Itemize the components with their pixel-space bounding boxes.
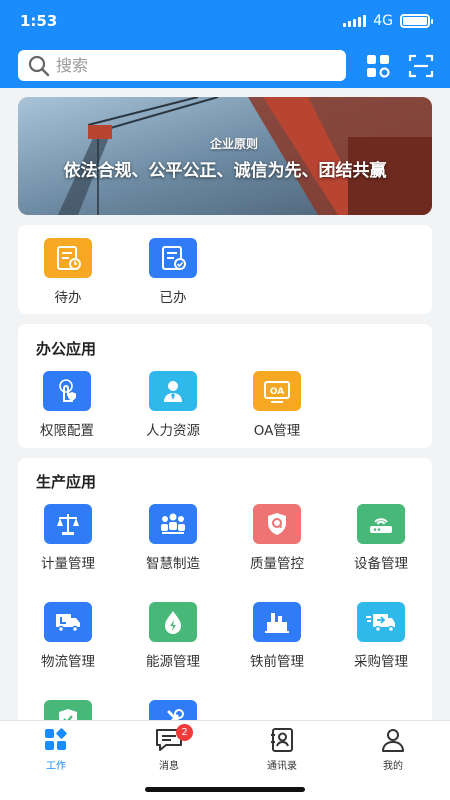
app-logistics[interactable]: 物流管理 <box>20 602 116 670</box>
truck-icon <box>44 602 92 642</box>
scale-icon <box>44 504 92 544</box>
app-quality[interactable]: 质量管控 <box>229 504 325 572</box>
hr-icon <box>149 371 197 411</box>
tab-work[interactable]: 工作 <box>16 727 96 772</box>
search-bar[interactable] <box>18 50 346 81</box>
app-ironmaking[interactable]: 铁前管理 <box>229 602 325 670</box>
app-smart-manufacturing[interactable]: 智慧制造 <box>125 504 221 572</box>
svg-text:OA: OA <box>270 387 284 397</box>
banner-subtitle: 企业原则 <box>209 137 258 151</box>
tab-label: 工作 <box>46 761 66 772</box>
tab-label: 我的 <box>383 761 403 772</box>
tab-profile[interactable]: 我的 <box>353 727 433 772</box>
home-indicator <box>145 787 305 792</box>
app-procurement[interactable]: 采购管理 <box>333 602 429 670</box>
app-todo[interactable]: 待办 <box>20 238 116 306</box>
delivery-icon <box>357 602 405 642</box>
app-label: 质量管控 <box>250 556 304 572</box>
todo-icon <box>44 238 92 278</box>
app-metering[interactable]: 计量管理 <box>20 504 116 572</box>
signal-icon <box>343 15 367 27</box>
app-settings-icon[interactable] <box>365 53 391 79</box>
app-label: 人力资源 <box>146 423 200 439</box>
principles-banner[interactable]: 企业原则 依法合规、公平公正、诚信为先、团结共赢 <box>18 97 432 215</box>
app-label: 铁前管理 <box>250 654 304 670</box>
app-label: 待办 <box>54 290 82 306</box>
profile-icon <box>382 729 404 752</box>
energy-icon <box>149 602 197 642</box>
done-icon <box>149 238 197 278</box>
contacts-icon <box>271 728 293 752</box>
app-energy[interactable]: 能源管理 <box>125 602 221 670</box>
factory-icon <box>253 602 301 642</box>
banner-title: 依法合规、公平公正、诚信为先、团结共赢 <box>63 161 387 181</box>
app-label: 计量管理 <box>41 556 95 572</box>
router-icon <box>357 504 405 544</box>
tasks-card: 待办 已办 <box>18 225 432 314</box>
app-equipment[interactable]: 设备管理 <box>333 504 429 572</box>
app-done[interactable]: 已办 <box>125 238 221 306</box>
app-label: 权限配置 <box>40 423 94 439</box>
app-label: 智慧制造 <box>146 556 200 572</box>
app-hr[interactable]: 人力资源 <box>125 371 221 439</box>
oa-icon: OA <box>253 371 301 411</box>
tab-label: 消息 <box>159 761 179 772</box>
section-title: 生产应用 <box>36 473 97 491</box>
scan-icon[interactable] <box>408 53 434 79</box>
search-input[interactable] <box>56 56 316 75</box>
battery-icon <box>400 14 433 28</box>
app-label: 能源管理 <box>146 654 200 670</box>
app-label: 采购管理 <box>354 654 408 670</box>
tab-messages[interactable]: 2 消息 <box>129 724 209 772</box>
work-icon <box>45 728 67 750</box>
app-label: 已办 <box>159 290 187 306</box>
quality-icon <box>253 504 301 544</box>
app-label: OA管理 <box>253 423 301 439</box>
app-label: 物流管理 <box>41 654 95 670</box>
unread-badge: 2 <box>176 724 193 741</box>
tab-contacts[interactable]: 通讯录 <box>242 727 322 772</box>
search-icon <box>28 55 50 76</box>
status-bar: 1:53 4G <box>0 0 450 44</box>
tab-label: 通讯录 <box>267 761 297 772</box>
team-icon <box>149 504 197 544</box>
status-time: 1:53 <box>20 12 58 30</box>
production-apps-card: 生产应用 计量管理 智慧制造 质量管控 设备管理 物流管理 能源管理 铁前管理 … <box>18 458 432 740</box>
permission-icon <box>43 371 91 411</box>
section-title: 办公应用 <box>36 340 97 358</box>
office-apps-card: 办公应用 权限配置 人力资源 OA OA管理 <box>18 324 432 448</box>
network-label: 4G <box>373 13 393 29</box>
app-oa[interactable]: OA OA管理 <box>229 371 325 439</box>
app-label: 设备管理 <box>354 556 408 572</box>
app-permission[interactable]: 权限配置 <box>19 371 115 439</box>
